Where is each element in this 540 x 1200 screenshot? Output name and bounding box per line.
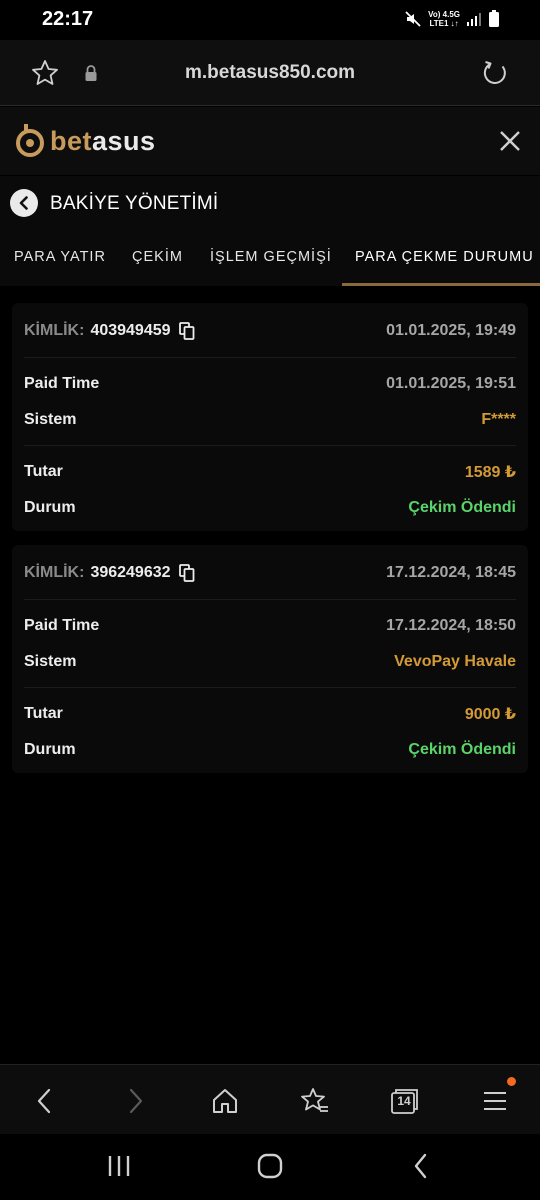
network-bottom: LTE1 ↓↑ [429,19,459,28]
betasus-logo[interactable]: betasus [15,123,156,159]
menu-icon [484,1092,506,1110]
home-icon [213,1089,237,1113]
status-row: Durum Çekim Ödendi [24,738,516,762]
paid-time-value: 17.12.2024, 18:50 [386,617,516,634]
id-label: KİMLİK: [24,322,85,339]
mute-icon [405,11,421,27]
logo-prefix: bet [50,125,92,156]
network-indicator: Vo) 4.5G LTE1 ↓↑ [428,10,460,28]
copy-icon[interactable] [178,322,195,340]
nav-menu-button[interactable] [479,1085,511,1117]
home-circle-icon [257,1153,283,1179]
id-label: KİMLİK: [24,564,85,581]
amount-value: 1589 ₺ [464,464,516,481]
created-date: 01.01.2025, 19:49 [386,322,516,339]
id-group: KİMLİK: 396249632 [24,564,195,582]
status-time: 22:17 [42,8,94,30]
status-icons: Vo) 4.5G LTE1 ↓↑ [404,10,500,28]
system-label: Sistem [24,653,77,670]
divider [24,357,516,358]
system-row: Sistem VevoPay Havale [24,650,516,674]
logo-suffix: asus [92,125,156,156]
signal-icon [467,13,481,26]
paid-time-value: 01.01.2025, 19:51 [386,375,516,392]
recent-apps-icon [108,1156,130,1176]
system-back-button[interactable] [405,1150,437,1182]
withdrawal-card: KİMLİK: 396249632 17.12.2024, 18:45 Paid… [12,545,528,773]
status-badge: Çekim Ödendi [408,741,516,758]
back-arrow-icon [37,1088,51,1114]
id-group: KİMLİK: 403949459 [24,322,195,340]
system-navigation-bar [0,1134,540,1200]
amount-row: Tutar 1589 ₺ [24,460,516,484]
url-field[interactable]: m.betasus850.com [0,62,540,84]
system-row: Sistem F**** [24,408,516,432]
withdrawal-status-list: KİMLİK: 403949459 01.01.2025, 19:49 Paid… [0,287,540,1064]
battery-icon [489,10,499,27]
system-label: Sistem [24,411,77,428]
back-chevron-icon [414,1153,427,1179]
amount-row: Tutar 9000 ₺ [24,702,516,726]
home-button[interactable] [254,1150,286,1182]
id-value: 396249632 [90,564,171,581]
forward-arrow-icon [129,1088,143,1114]
close-icon[interactable] [498,129,522,153]
divider [24,445,516,446]
chevron-left-icon [19,196,28,210]
status-label: Durum [24,741,76,758]
status-bar: 22:17 Vo) 4.5G LTE1 ↓↑ [0,0,540,40]
divider [24,599,516,600]
divider [24,687,516,688]
back-button[interactable] [10,189,38,217]
nav-home-button[interactable] [209,1085,241,1117]
id-value: 403949459 [90,322,171,339]
amount-value: 9000 ₺ [464,706,516,723]
system-value: F**** [481,411,516,428]
page-title: BAKİYE YÖNETİMİ [50,193,219,214]
tab-withdraw[interactable]: ÇEKİM [132,232,183,286]
network-top: Vo) 4.5G [428,10,460,19]
card-header-row: KİMLİK: 403949459 01.01.2025, 19:49 [24,319,516,343]
tab-withdrawal-status[interactable]: PARA ÇEKME DURUMU [342,232,540,286]
withdrawal-card: KİMLİK: 403949459 01.01.2025, 19:49 Paid… [12,303,528,531]
balance-tabs: PARA YATIR ÇEKİM İŞLEM GEÇMİŞİ PARA ÇEKM… [0,232,540,286]
paid-time-row: Paid Time 01.01.2025, 19:51 [24,372,516,396]
tab-deposit[interactable]: PARA YATIR [14,232,106,286]
logo-mark-icon [16,124,44,157]
browser-bottom-nav: 14 [0,1064,540,1134]
tab-count: 14 [397,1094,411,1108]
status-label: Durum [24,499,76,516]
amount-label: Tutar [24,463,63,480]
notification-dot [507,1077,516,1086]
recent-apps-button[interactable] [103,1150,135,1182]
browser-address-bar: m.betasus850.com [0,40,540,106]
copy-icon[interactable] [178,564,195,582]
created-date: 17.12.2024, 18:45 [386,564,516,581]
page-title-row: BAKİYE YÖNETİMİ [0,176,540,232]
nav-tabs-button[interactable]: 14 [388,1085,420,1117]
bookmarks-icon [301,1088,328,1112]
card-header-row: KİMLİK: 396249632 17.12.2024, 18:45 [24,561,516,585]
status-badge: Çekim Ödendi [408,499,516,516]
nav-forward-button[interactable] [120,1085,152,1117]
reload-icon[interactable] [480,58,510,88]
paid-time-label: Paid Time [24,617,100,634]
status-row: Durum Çekim Ödendi [24,496,516,520]
site-header: betasus [0,107,540,175]
tab-transaction-history[interactable]: İŞLEM GEÇMİŞİ [210,232,332,286]
paid-time-label: Paid Time [24,375,100,392]
paid-time-row: Paid Time 17.12.2024, 18:50 [24,614,516,638]
system-value: VevoPay Havale [394,653,516,670]
amount-label: Tutar [24,705,63,722]
nav-bookmarks-button[interactable] [299,1085,331,1117]
nav-back-button[interactable] [28,1085,60,1117]
logo-text: betasus [50,126,156,157]
